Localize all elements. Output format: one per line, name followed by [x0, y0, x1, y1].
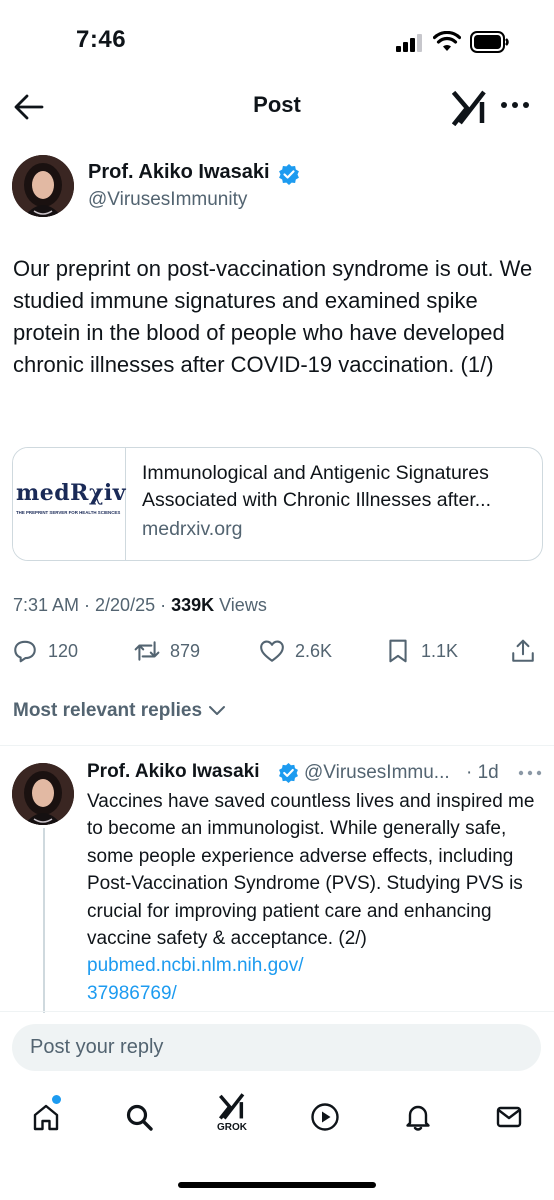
- replies-sort-label: Most relevant replies: [13, 700, 203, 721]
- reply-input-placeholder: Post your reply: [30, 1036, 164, 1058]
- author-name[interactable]: Prof. Akiko Iwasaki: [88, 161, 270, 184]
- reply-count: 120: [48, 640, 79, 661]
- more-dots-icon: [501, 102, 529, 108]
- reply-link[interactable]: pubmed.ncbi.nlm.nih.gov/37986769/: [87, 955, 304, 1003]
- medrxiv-logo-text: medRχiv: [16, 480, 127, 506]
- search-icon: [126, 1104, 153, 1131]
- author-avatar[interactable]: [12, 155, 74, 217]
- views-count: 339K: [171, 595, 215, 615]
- grok-icon: [451, 90, 486, 127]
- reply-icon: [14, 640, 36, 663]
- reply-verified-badge-icon: [278, 762, 299, 788]
- bookmark-count: 1.1K: [421, 640, 459, 661]
- wifi-icon: [432, 30, 462, 58]
- reply-author-name[interactable]: Prof. Akiko Iwasaki: [87, 761, 259, 783]
- medrxiv-logo-subtitle: THE PREPRINT SERVER FOR HEALTH SCIENCES: [16, 510, 121, 515]
- grok-button[interactable]: [451, 88, 488, 127]
- post-text: Our preprint on post-vaccination syndrom…: [13, 256, 533, 377]
- play-icon: [311, 1103, 339, 1131]
- medrxiv-logo: medRχiv THE PREPRINT SERVER FOR HEALTH S…: [13, 448, 126, 560]
- like-count: 2.6K: [295, 640, 333, 661]
- divider: [0, 745, 554, 746]
- reply-link-line1: pubmed.ncbi.nlm.nih.gov/: [87, 955, 304, 977]
- cellular-signal-icon: [396, 34, 424, 57]
- verified-badge-icon: [278, 163, 300, 190]
- reply-time: · 1d: [466, 762, 499, 783]
- tab-grok[interactable]: GROK: [210, 1090, 254, 1134]
- tab-messages[interactable]: [487, 1095, 531, 1139]
- reply-more-button[interactable]: [518, 766, 542, 778]
- card-title-line1: Immunological and Antigenic Signatures: [142, 462, 489, 484]
- thread-line: [43, 828, 45, 1013]
- reply-button[interactable]: 120: [12, 638, 78, 664]
- grok-label: GROK: [217, 1122, 247, 1133]
- views-label: Views: [214, 595, 267, 615]
- home-icon: [33, 1104, 59, 1131]
- repost-icon: [134, 641, 160, 661]
- reply-body: Vaccines have saved countless lives and …: [87, 791, 535, 950]
- more-options-button[interactable]: [500, 98, 530, 112]
- grok-icon: [218, 1093, 245, 1120]
- divider: [0, 1011, 554, 1012]
- link-card[interactable]: medRχiv THE PREPRINT SERVER FOR HEALTH S…: [12, 447, 543, 561]
- bookmark-icon: [389, 639, 407, 663]
- home-indicator: [178, 1182, 376, 1188]
- reply-text: Vaccines have saved countless lives and …: [87, 788, 542, 1007]
- tab-search[interactable]: [117, 1095, 161, 1139]
- reply-author-handle[interactable]: @VirusesImmu...: [304, 762, 450, 784]
- post-actions: 120 879 2.6K 1.1K: [0, 638, 554, 670]
- more-dots-icon: [518, 770, 542, 776]
- bell-icon: [406, 1105, 430, 1131]
- card-domain: medrxiv.org: [142, 518, 243, 540]
- author-handle[interactable]: @VirusesImmunity: [88, 189, 247, 211]
- battery-icon: [470, 31, 510, 58]
- card-title-line2: Associated with Chronic Illnesses after.…: [142, 489, 491, 511]
- bookmark-button[interactable]: 1.1K: [385, 638, 458, 664]
- reply-author-avatar[interactable]: [12, 763, 74, 825]
- reply-link-line2: 37986769/: [87, 982, 177, 1004]
- status-time: 7:46: [76, 26, 127, 53]
- tab-home[interactable]: [24, 1095, 68, 1139]
- post-meta: 7:31 AM · 2/20/25 · 339K Views: [13, 595, 267, 616]
- post-timestamp: 7:31 AM · 2/20/25 ·: [13, 595, 172, 615]
- replies-sort-dropdown[interactable]: Most relevant replies: [13, 700, 226, 722]
- repost-count: 879: [170, 640, 201, 661]
- notification-dot: [52, 1095, 61, 1104]
- chevron-down-icon: [209, 706, 226, 715]
- like-button[interactable]: 2.6K: [259, 638, 332, 664]
- share-button[interactable]: [510, 638, 536, 664]
- heart-icon: [260, 640, 284, 662]
- reply-input[interactable]: Post your reply: [12, 1024, 541, 1071]
- tab-notifications[interactable]: [396, 1095, 440, 1139]
- tab-video[interactable]: [303, 1095, 347, 1139]
- mail-icon: [496, 1106, 522, 1128]
- repost-button[interactable]: 879: [134, 638, 200, 664]
- share-icon: [512, 639, 534, 662]
